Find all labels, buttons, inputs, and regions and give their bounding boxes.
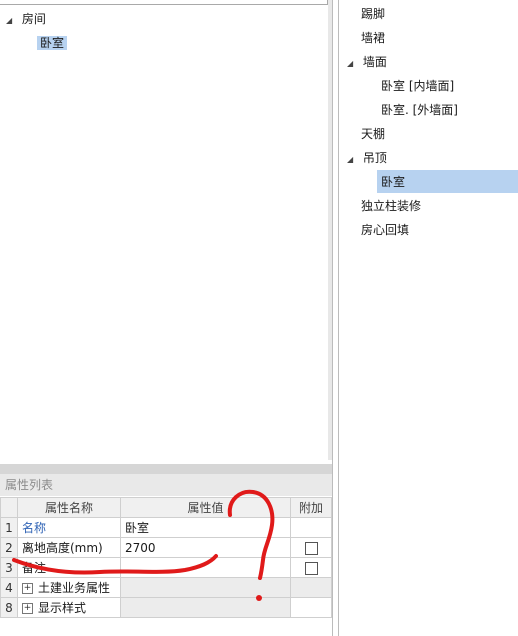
row-index: 1	[0, 517, 18, 538]
tree-item-room-backfill[interactable]: 房心回填	[361, 218, 409, 242]
expand-triangle-icon[interactable]: ◢	[347, 148, 359, 172]
row-index: 4	[0, 577, 18, 598]
table-row[interactable]: 2 离地高度(mm) 2700	[0, 537, 332, 558]
column-header-index	[0, 497, 18, 518]
row-index: 2	[0, 537, 18, 558]
property-extra	[290, 597, 332, 618]
property-value[interactable]: 2700	[120, 537, 291, 558]
expand-plus-icon[interactable]: +	[22, 583, 33, 594]
tree-item-label: 卧室. [外墙面]	[381, 103, 458, 117]
tree-item-bedroom-outer-wall[interactable]: 卧室. [外墙面]	[381, 98, 458, 122]
tree-item-label: 墙面	[362, 55, 387, 69]
vertical-scrollbar[interactable]	[328, 0, 332, 460]
table-row[interactable]: 3 备注	[0, 557, 332, 578]
property-group-label: 土建业务属性	[38, 581, 111, 595]
tree-item-bedroom-selected[interactable]: 卧室	[381, 170, 405, 194]
column-header-extra[interactable]: 附加	[290, 497, 332, 518]
extra-checkbox[interactable]	[304, 541, 318, 555]
table-row[interactable]: 1 名称 卧室	[0, 517, 332, 538]
property-table: 属性名称 属性值 附加 1 名称 卧室 2 离地高度(mm) 2700 3 备注	[0, 497, 332, 618]
tree-item-bedroom-inner-wall[interactable]: 卧室 [内墙面]	[381, 74, 454, 98]
property-value[interactable]: 卧室	[120, 517, 291, 538]
left-pane: ◢ 房间 卧室 属性列表 属性名称 属性值 附加 1 名称 卧室 2 离地高度(…	[0, 0, 333, 636]
tree-item-label: 墙裙	[361, 31, 386, 45]
row-index: 3	[0, 557, 18, 578]
tree-item-label: 房心回填	[361, 223, 410, 237]
tree-item-label: 卧室 [内墙面]	[381, 79, 455, 93]
tree-node-bedroom[interactable]: 卧室	[37, 33, 68, 53]
row-index: 8	[0, 597, 18, 618]
tree-item-ceiling[interactable]: 天棚	[361, 122, 385, 146]
property-group-name[interactable]: + 土建业务属性	[17, 577, 121, 598]
property-value	[120, 597, 291, 618]
property-value[interactable]	[120, 557, 291, 578]
table-row[interactable]: 4 + 土建业务属性	[0, 577, 332, 598]
tree-item-label: 踢脚	[361, 7, 386, 21]
property-group-label: 显示样式	[38, 601, 87, 615]
column-header-name[interactable]: 属性名称	[17, 497, 121, 518]
right-pane: 踢脚 墙裙 ◢ 墙面 卧室 [内墙面] 卧室. [外墙面] 天棚 ◢ 吊顶 卧室…	[338, 0, 518, 636]
tree-item-label: 天棚	[361, 127, 386, 141]
tree-item-suspended-ceiling[interactable]: ◢ 吊顶	[347, 146, 387, 170]
panel-splitter[interactable]	[0, 464, 332, 474]
property-extra	[290, 537, 332, 558]
property-extra	[290, 517, 332, 538]
expand-plus-icon[interactable]: +	[22, 603, 33, 614]
search-field[interactable]	[0, 0, 328, 5]
tree-item-label: 卧室	[381, 175, 406, 189]
tree-item-label: 独立柱装修	[361, 199, 422, 213]
property-name: 离地高度(mm)	[17, 537, 121, 558]
property-value	[120, 577, 291, 598]
tree-item-label: 吊顶	[362, 151, 387, 165]
property-name: 名称	[17, 517, 121, 538]
tree-node-label: 卧室	[37, 36, 68, 50]
tree-node-room[interactable]: ◢ 房间	[6, 9, 46, 29]
property-extra	[290, 577, 332, 598]
column-header-value[interactable]: 属性值	[120, 497, 291, 518]
tree-item-skirting[interactable]: 踢脚	[361, 2, 385, 26]
property-name: 备注	[17, 557, 121, 578]
table-header-row: 属性名称 属性值 附加	[0, 497, 332, 518]
expand-triangle-icon[interactable]: ◢	[6, 11, 18, 31]
property-panel-title: 属性列表	[0, 474, 332, 496]
tree-item-dado[interactable]: 墙裙	[361, 26, 385, 50]
table-row[interactable]: 8 + 显示样式	[0, 597, 332, 618]
expand-triangle-icon[interactable]: ◢	[347, 52, 359, 76]
tree-item-wall-surface[interactable]: ◢ 墙面	[347, 50, 387, 74]
tree-item-column-finish[interactable]: 独立柱装修	[361, 194, 421, 218]
property-group-name[interactable]: + 显示样式	[17, 597, 121, 618]
extra-checkbox[interactable]	[304, 561, 318, 575]
property-extra	[290, 557, 332, 578]
tree-node-label: 房间	[21, 12, 46, 26]
